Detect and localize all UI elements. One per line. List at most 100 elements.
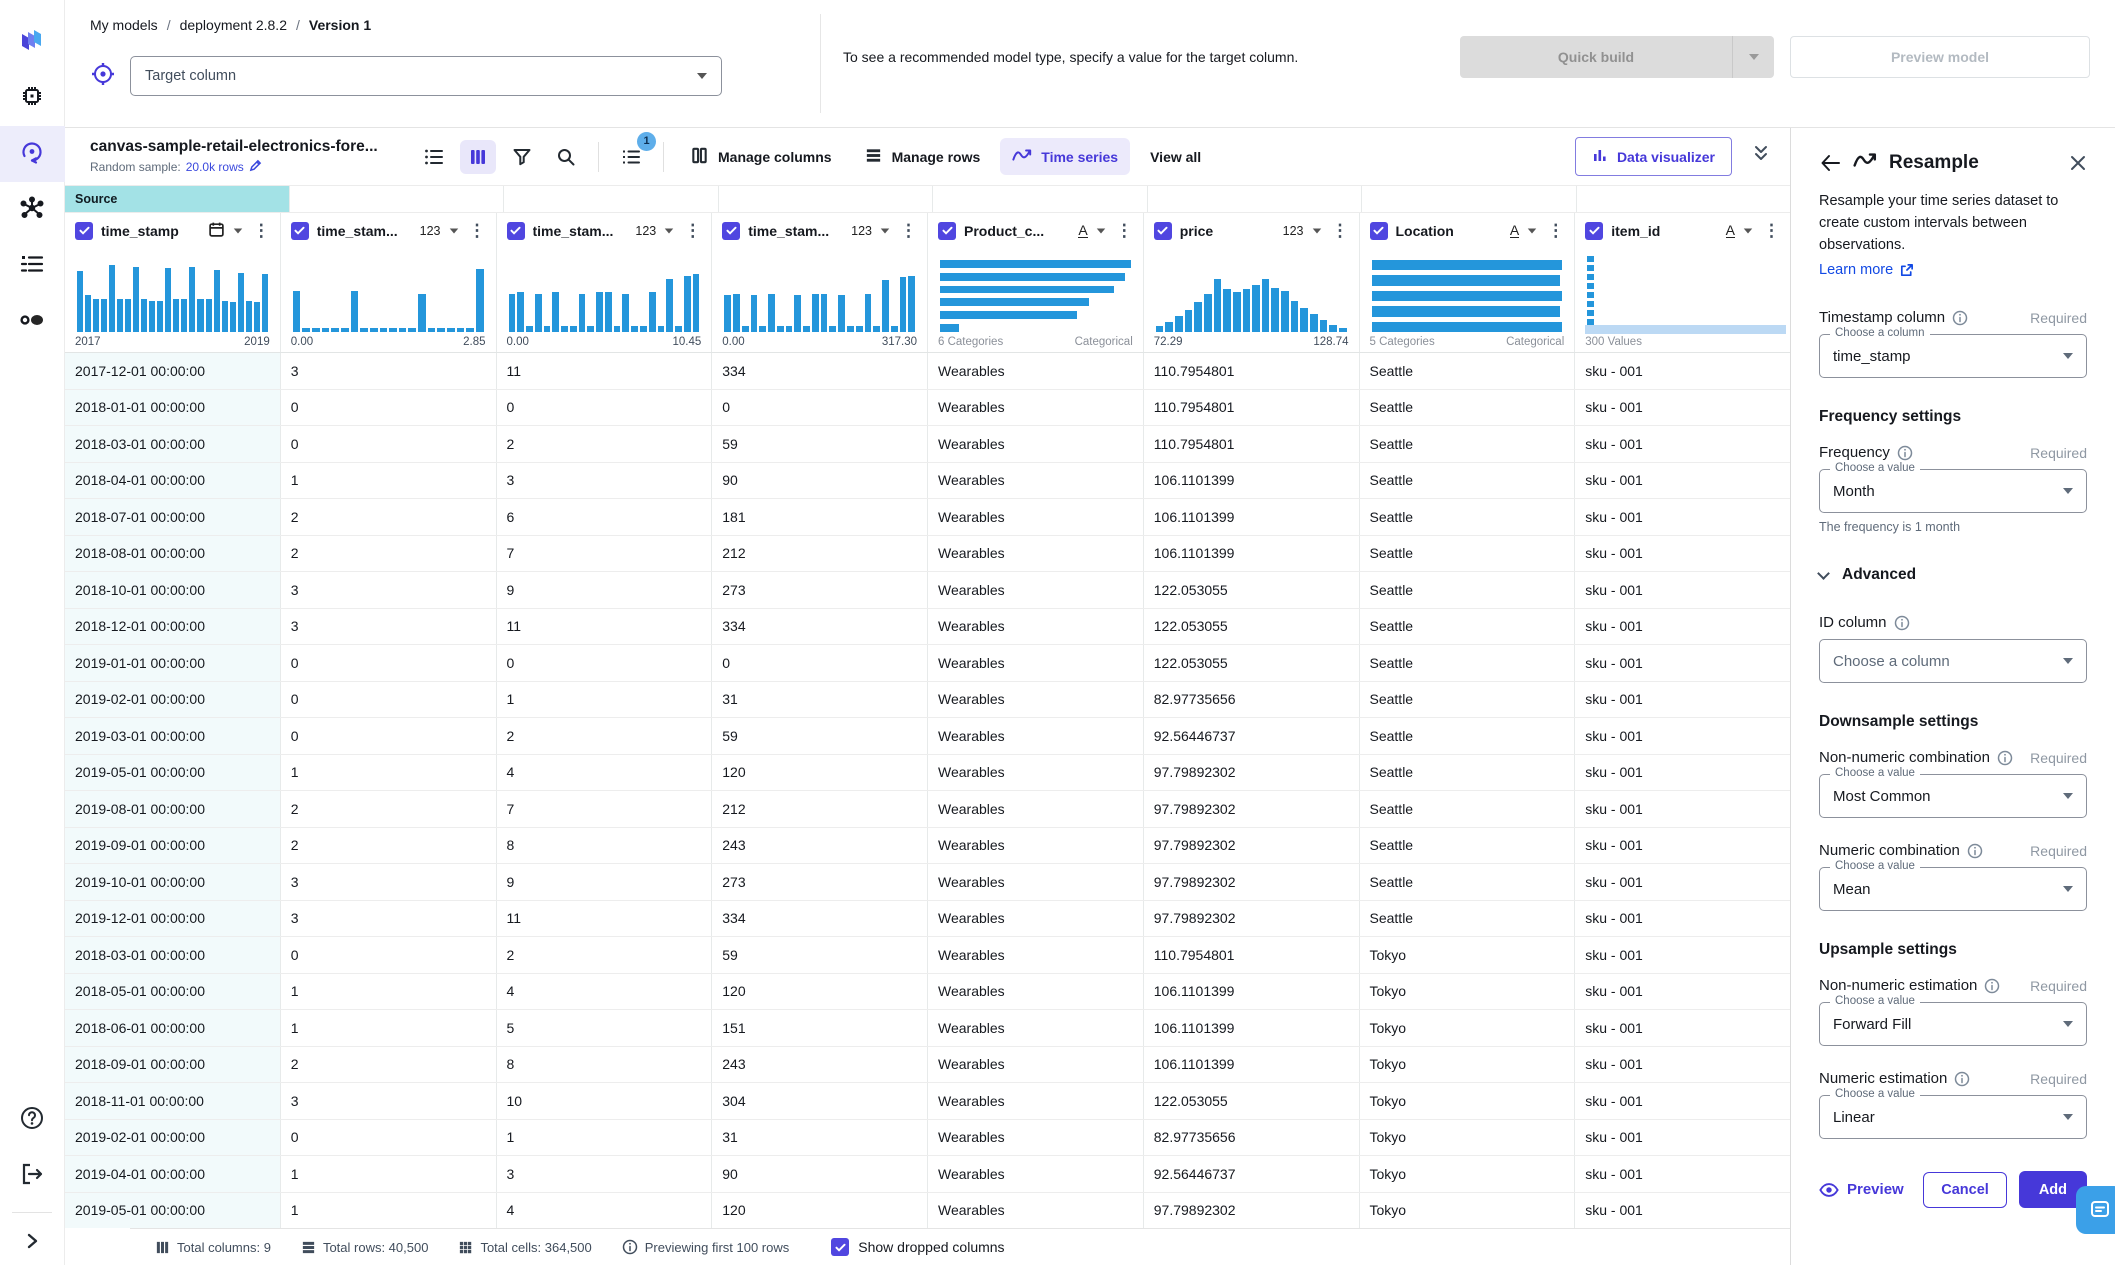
column-menu-icon[interactable]: ⋮ [251, 222, 272, 239]
chevron-down-icon [2063, 658, 2073, 665]
dropdown-non-numeric-combination[interactable]: Choose a value Most Common [1819, 767, 2087, 819]
learn-more-link[interactable]: Learn more [1819, 262, 1914, 278]
column-distribution: 300 Values [1575, 248, 1790, 352]
show-dropped-columns-checkbox[interactable]: Show dropped columns [831, 1238, 1005, 1256]
toolbar-separator [663, 141, 664, 172]
column-header-time-stam-[interactable]: time_stam... 123 ⋮ [497, 213, 713, 248]
dropdown-numeric-estimation[interactable]: Choose a value Linear [1819, 1088, 2087, 1140]
table-cell: Seattle [1360, 608, 1576, 644]
column-menu-icon[interactable]: ⋮ [1114, 222, 1135, 239]
chevron-down-icon[interactable] [449, 227, 458, 234]
column-menu-icon[interactable]: ⋮ [467, 222, 488, 239]
chevron-down-icon[interactable] [233, 227, 242, 234]
target-column-select[interactable]: Target column [130, 56, 722, 96]
column-checkbox[interactable] [1369, 221, 1388, 240]
info-icon[interactable] [1954, 1071, 1970, 1087]
chevron-down-icon[interactable] [880, 227, 890, 234]
column-menu-icon[interactable]: ⋮ [1761, 222, 1782, 239]
app-logo[interactable] [0, 14, 65, 70]
edit-pencil-icon[interactable] [249, 159, 262, 175]
column-checkbox[interactable] [1585, 221, 1604, 240]
required-label: Required [2030, 749, 2087, 766]
axis-label-right: 128.74 [1313, 336, 1349, 348]
column-header-price[interactable]: price 123 ⋮ [1144, 213, 1360, 248]
column-menu-icon[interactable]: ⋮ [1545, 222, 1566, 239]
preview-model-button[interactable]: Preview model [1790, 36, 2090, 78]
column-checkbox[interactable] [938, 221, 956, 240]
table-cell: 0 [712, 389, 928, 425]
column-menu-icon[interactable]: ⋮ [1330, 222, 1351, 239]
table-cell: 106.1101399 [1144, 535, 1360, 571]
dropdown-timestamp-column[interactable]: Choose a column time_stamp [1819, 327, 2087, 379]
chevron-down-icon[interactable] [1312, 227, 1321, 234]
manage-rows-button[interactable]: Manage rows [852, 138, 993, 176]
quick-build-caret[interactable] [1732, 36, 1774, 78]
info-icon[interactable] [1984, 978, 2000, 994]
time-series-button[interactable]: Time series [1000, 138, 1131, 175]
column-checkbox[interactable] [722, 221, 741, 240]
column-header-item-id[interactable]: item_id A ⋮ [1575, 213, 1790, 248]
table-cell: 31 [712, 1119, 928, 1155]
sidebar-item-help[interactable] [0, 1092, 65, 1148]
sidebar-item-automations[interactable] [0, 182, 65, 238]
info-icon[interactable] [1967, 843, 1983, 859]
dropdown-numeric-combination[interactable]: Choose a value Mean [1819, 860, 2087, 912]
table-cell: 2 [497, 718, 713, 754]
info-icon[interactable] [1897, 445, 1913, 461]
cells-icon [460, 1241, 472, 1253]
view-all-button[interactable]: View all [1138, 141, 1213, 173]
column-header-product-c-[interactable]: Product_c... A ⋮ [928, 213, 1144, 248]
manage-columns-button[interactable]: Manage columns [678, 138, 844, 176]
column-view-icon[interactable] [460, 139, 496, 174]
table-cell: 1 [281, 1156, 497, 1192]
dropdown-frequency[interactable]: Choose a value Month [1819, 462, 2087, 514]
filter-icon[interactable] [504, 140, 540, 174]
random-sample-value-link[interactable]: 20.0k rows [186, 160, 244, 174]
column-header-time-stam-[interactable]: time_stam... 123 ⋮ [712, 213, 928, 248]
quick-build-button[interactable]: Quick build [1460, 36, 1774, 78]
sidebar-item-list[interactable] [0, 238, 65, 294]
info-icon[interactable] [1952, 310, 1968, 326]
breadcrumb-my-models[interactable]: My models [90, 17, 158, 33]
search-icon[interactable] [548, 140, 584, 174]
column-header-time-stam-[interactable]: time_stam... 123 ⋮ [281, 213, 497, 248]
chevron-down-icon[interactable] [1096, 227, 1105, 234]
column-checkbox[interactable] [506, 221, 525, 240]
table-cell: 90 [712, 1156, 928, 1192]
recipe-steps-icon[interactable]: 1 [613, 131, 656, 174]
chat-widget-button[interactable] [2076, 1186, 2115, 1234]
advanced-toggle[interactable]: Advanced [1817, 566, 2087, 584]
column-checkbox[interactable] [290, 221, 309, 240]
table-cell: Wearables [928, 718, 1144, 754]
info-icon[interactable] [1997, 750, 2013, 766]
breadcrumb-deployment[interactable]: deployment 2.8.2 [180, 17, 287, 33]
dropdown-non-numeric-estimation[interactable]: Choose a value Forward Fill [1819, 995, 2087, 1047]
chevron-down-icon[interactable] [1743, 227, 1753, 234]
column-header-time-stamp[interactable]: time_stamp ⋮ [65, 213, 281, 248]
sidebar-item-visuals[interactable] [0, 294, 65, 350]
chevron-down-icon[interactable] [665, 227, 674, 234]
sidebar-item-generative-ai[interactable] [0, 126, 65, 182]
dropdown-id-column[interactable]: Choose a column [1819, 639, 2087, 684]
cancel-button[interactable]: Cancel [1923, 1171, 2007, 1208]
close-icon[interactable] [2069, 154, 2087, 172]
sidebar-item-models[interactable] [0, 70, 65, 126]
table-cell: sku - 001 [1585, 1092, 1643, 1109]
sidebar-expand-button[interactable] [0, 1221, 65, 1265]
column-checkbox[interactable] [1153, 221, 1172, 240]
data-visualizer-button[interactable]: Data visualizer [1574, 137, 1732, 176]
info-icon[interactable] [1894, 615, 1910, 631]
column-menu-icon[interactable]: ⋮ [898, 222, 919, 239]
column-checkbox[interactable] [75, 221, 93, 240]
column-menu-icon[interactable]: ⋮ [682, 222, 703, 239]
column-header-location[interactable]: Location A ⋮ [1360, 213, 1576, 248]
sidebar-item-signout[interactable] [0, 1148, 65, 1204]
collapse-double-chevron-icon[interactable] [1752, 144, 1770, 169]
chevron-down-icon[interactable] [1528, 227, 1537, 234]
preview-button[interactable]: Preview [1819, 1181, 1904, 1198]
table-row: 2017-12-01 00:00:00 3 11 334 Wearables 110.79… [65, 353, 1790, 390]
row-view-icon[interactable] [416, 140, 452, 174]
back-arrow-icon[interactable] [1819, 153, 1841, 173]
manage-columns-icon [690, 146, 709, 168]
table-row: 2019-10-01 00:00:00 3 9 273 Wearables 97.7989… [65, 864, 1790, 901]
